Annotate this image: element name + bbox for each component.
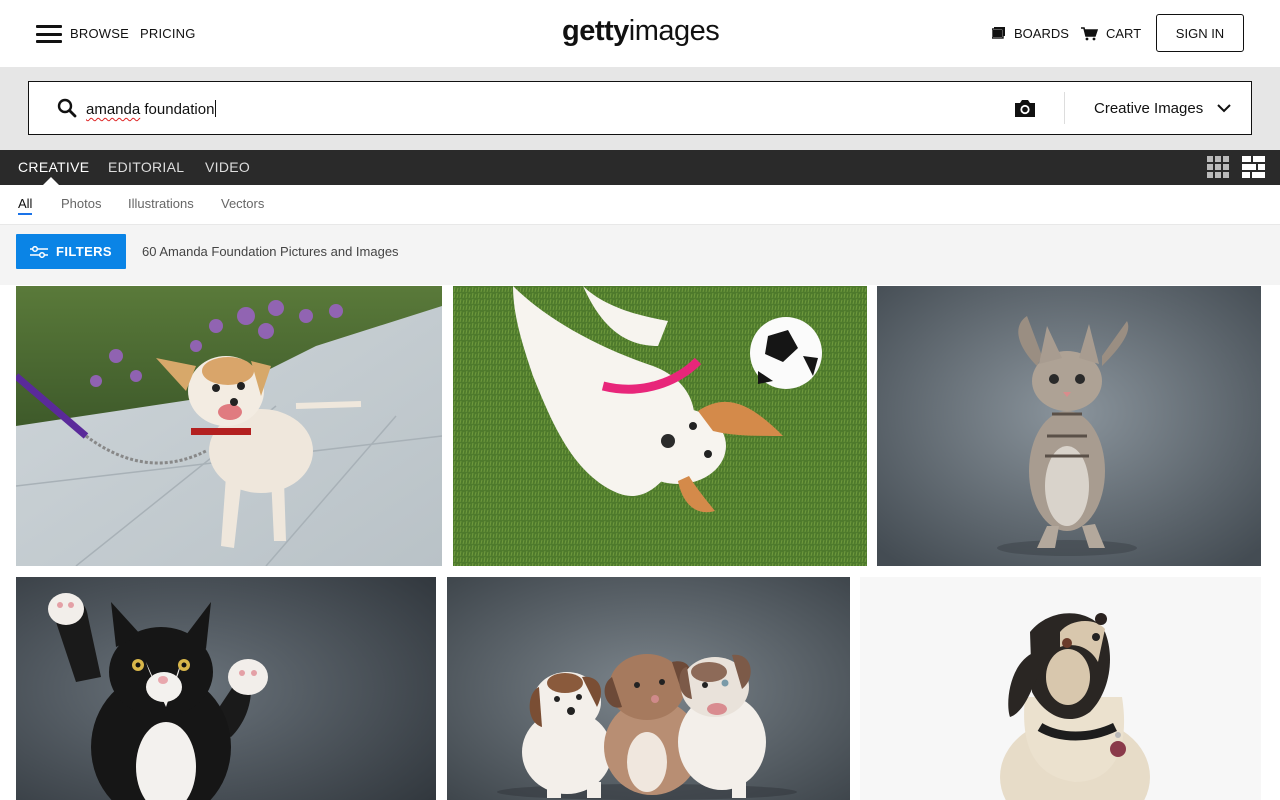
- image-result-tabby-kitten-standing[interactable]: [877, 286, 1261, 566]
- search-icon[interactable]: [57, 98, 77, 118]
- tab-creative[interactable]: CREATIVE: [18, 159, 89, 175]
- cart-icon: [1081, 26, 1098, 40]
- subtab-vectors[interactable]: Vectors: [221, 196, 264, 211]
- three-puppies-photo: [447, 577, 850, 800]
- menu-icon[interactable]: [36, 25, 62, 43]
- camera-icon[interactable]: [1013, 97, 1037, 119]
- site-header: BROWSE PRICING gettyimages BOARDS CART S…: [0, 0, 1280, 67]
- image-result-chihuahua-on-leash[interactable]: [16, 286, 442, 566]
- search-box[interactable]: amanda foundation Creative Images: [28, 81, 1252, 135]
- logo-bold-text: getty: [562, 15, 629, 47]
- cart-label: CART: [1106, 26, 1142, 41]
- search-divider: [1064, 92, 1065, 124]
- pricing-link[interactable]: PRICING: [140, 26, 196, 41]
- search-band: amanda foundation Creative Images: [0, 67, 1280, 150]
- active-tab-pointer: [43, 177, 59, 185]
- mosaic-view-icon[interactable]: [1242, 156, 1265, 179]
- tab-video[interactable]: VIDEO: [205, 159, 250, 175]
- logo-light-text: images: [628, 15, 720, 47]
- result-count: 60 Amanda Foundation Pictures and Images: [142, 244, 399, 259]
- image-result-dog-looking-up[interactable]: [860, 577, 1261, 800]
- search-query-rest: foundation: [140, 101, 215, 118]
- tab-editorial[interactable]: EDITORIAL: [108, 159, 184, 175]
- boards-label: BOARDS: [1014, 26, 1069, 41]
- boards-icon: [992, 27, 1005, 39]
- subtab-all[interactable]: All: [18, 196, 33, 215]
- sliders-icon: [30, 245, 48, 258]
- black-white-kitten-photo: [16, 577, 436, 800]
- image-result-dog-with-soccer-ball[interactable]: [453, 286, 867, 566]
- dog-looking-up-photo: [860, 577, 1261, 800]
- filters-button[interactable]: FILTERS: [16, 234, 126, 269]
- filters-label: FILTERS: [56, 244, 112, 259]
- chihuahua-photo: [16, 286, 442, 566]
- text-caret: [215, 100, 217, 117]
- subtab-illustrations[interactable]: Illustrations: [128, 196, 194, 211]
- cart-link[interactable]: CART: [1081, 26, 1141, 41]
- image-type-dropdown[interactable]: Creative Images: [1094, 100, 1231, 117]
- search-input[interactable]: amanda foundation: [86, 100, 217, 118]
- chevron-down-icon: [1217, 104, 1231, 113]
- image-type-selected: Creative Images: [1094, 100, 1204, 117]
- image-result-three-puppies[interactable]: [447, 577, 850, 800]
- search-query-misspelled: amanda: [86, 101, 141, 118]
- gettyimages-logo[interactable]: gettyimages: [562, 15, 720, 48]
- boards-link[interactable]: BOARDS: [992, 26, 1069, 41]
- subtab-photos[interactable]: Photos: [61, 196, 101, 211]
- browse-link[interactable]: BROWSE: [70, 26, 129, 41]
- grid-view-icon[interactable]: [1207, 156, 1230, 179]
- image-result-black-white-kitten[interactable]: [16, 577, 436, 800]
- asset-type-subtabs: All Photos Illustrations Vectors: [0, 185, 1280, 225]
- dog-soccer-photo: [453, 286, 867, 566]
- tabby-kitten-photo: [877, 286, 1261, 566]
- filter-row: FILTERS 60 Amanda Foundation Pictures an…: [0, 225, 1280, 285]
- content-type-tabbar: CREATIVE EDITORIAL VIDEO: [0, 150, 1280, 185]
- sign-in-button[interactable]: SIGN IN: [1156, 14, 1244, 52]
